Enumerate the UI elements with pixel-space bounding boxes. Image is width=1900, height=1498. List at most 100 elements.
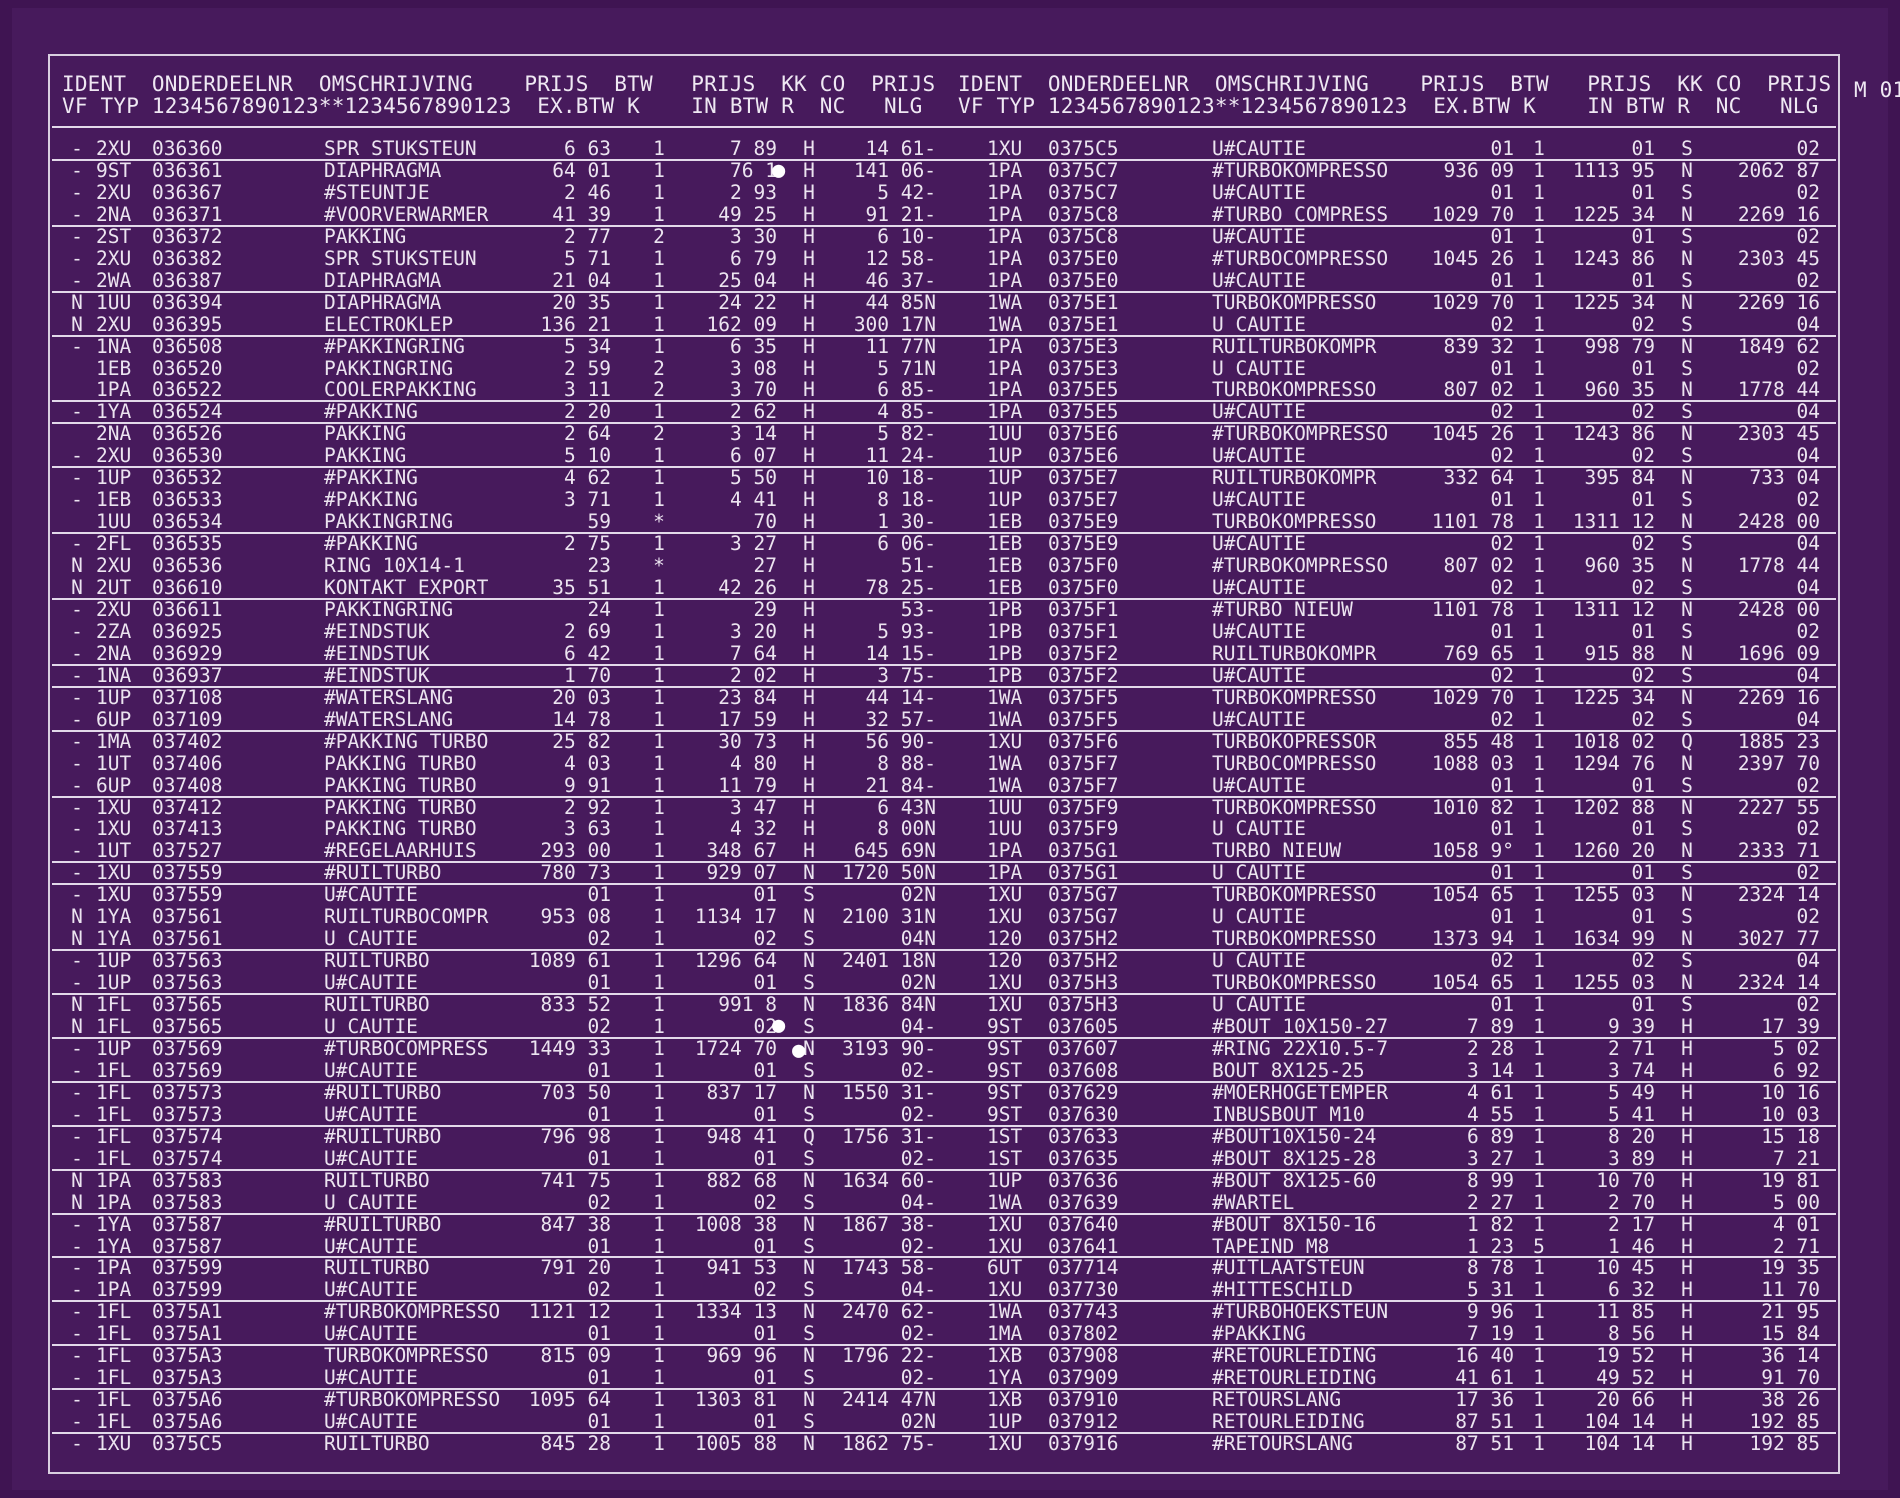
right-cell-btw-code: 1	[1533, 1080, 1545, 1104]
right-cell-part-number: 0375E0	[1048, 246, 1119, 270]
left-cell-price-ex-btw: 6 42	[564, 641, 611, 665]
left-cell-typ: 6UP	[96, 773, 132, 797]
left-cell-price-ex-btw: 2 46	[564, 180, 611, 204]
right-cell-typ: 1PA	[987, 334, 1023, 358]
right-cell-price-ex-btw: 01	[1490, 224, 1514, 248]
left-cell-btw-code: 1	[653, 751, 665, 775]
left-cell-vf: -	[71, 1322, 83, 1346]
left-cell-price-nlg: 02-	[900, 1366, 936, 1390]
right-cell-kk-code: H	[1681, 1058, 1693, 1082]
left-cell-typ: 1PA	[96, 1278, 132, 1302]
left-cell-price-nlg: 6 10-	[877, 224, 936, 248]
left-cell-kk-code: N	[803, 1256, 815, 1280]
left-cell-price-nlg: 6 43N	[877, 795, 936, 819]
right-cell-price-ex-btw: 17 36	[1455, 1388, 1514, 1412]
left-cell-typ: 1YA	[96, 400, 132, 424]
left-cell-price-in-btw: 3 47	[730, 795, 777, 819]
left-cell-price-ex-btw: 01	[587, 1058, 611, 1082]
right-cell-typ: 120	[987, 927, 1023, 951]
right-cell-part-number: 0375F9	[1048, 817, 1119, 841]
right-cell-price-ex-btw: 1088 03	[1431, 751, 1514, 775]
left-cell-price-ex-btw: 2 77	[564, 224, 611, 248]
right-cell-kk-code: H	[1681, 1190, 1693, 1214]
right-cell-price-ex-btw: 2 28	[1467, 1036, 1514, 1060]
left-cell-price-ex-btw: 01	[587, 1366, 611, 1390]
left-cell-btw-code: 1	[653, 971, 665, 995]
right-cell-btw-code: 1	[1533, 1124, 1545, 1148]
left-cell-btw-code: 1	[653, 1080, 665, 1104]
right-cell-price-ex-btw: 1045 26	[1431, 246, 1514, 270]
right-cell-part-number: 037714	[1048, 1256, 1119, 1280]
right-cell-btw-code: 1	[1533, 510, 1545, 534]
right-cell-typ: 1UP	[987, 444, 1023, 468]
right-cell-part-number: 0375E5	[1048, 400, 1119, 424]
right-cell-price-in-btw: 02	[1631, 663, 1655, 687]
left-cell-vf: -	[71, 1146, 83, 1170]
left-cell-price-nlg: 2414 47N	[842, 1388, 936, 1412]
right-cell-price-nlg: 2428 00	[1737, 597, 1820, 621]
right-cell-price-nlg: 3027 77	[1737, 927, 1820, 951]
right-cell-btw-code: 1	[1533, 1344, 1545, 1368]
left-cell-btw-code: 1	[653, 466, 665, 490]
right-cell-part-number: 0375E6	[1048, 444, 1119, 468]
right-cell-btw-code: 1	[1533, 773, 1545, 797]
left-cell-typ: 1XU	[96, 861, 132, 885]
left-cell-price-nlg: 04N	[900, 927, 936, 951]
left-cell-vf: -	[71, 817, 83, 841]
left-cell-price-nlg: 10 18-	[865, 466, 936, 490]
right-cell-part-number: 037912	[1048, 1410, 1119, 1434]
left-cell-kk-code: S	[803, 1146, 815, 1170]
left-cell-part-number: 037412	[152, 795, 223, 819]
left-cell-price-in-btw: 1724 70	[694, 1036, 777, 1060]
left-cell-price-ex-btw: 02	[587, 1015, 611, 1038]
left-cell-kk-code: N	[803, 1080, 815, 1104]
left-cell-btw-code: 1	[653, 290, 665, 314]
left-cell-kk-code: H	[803, 268, 815, 292]
header-line-2-left: VF TYP 1234567890123**1234567890123 EX.B…	[62, 94, 923, 118]
left-cell-typ: 1UP	[96, 949, 132, 973]
left-cell-kk-code: S	[803, 1322, 815, 1346]
right-cell-price-in-btw: 02	[1631, 707, 1655, 731]
left-cell-part-number: 0375C5	[152, 1432, 223, 1456]
left-cell-kk-code: H	[803, 422, 815, 446]
left-cell-typ: 1YA	[96, 927, 132, 951]
right-cell-price-in-btw: 1018 02	[1572, 729, 1655, 753]
left-cell-kk-code: H	[803, 685, 815, 709]
left-cell-price-in-btw: 29	[753, 597, 777, 621]
right-cell-kk-code: H	[1681, 1124, 1693, 1148]
left-cell-price-nlg: 6 06-	[877, 532, 936, 556]
right-cell-typ: 1UP	[987, 466, 1023, 490]
right-cell-price-nlg: 19 35	[1761, 1256, 1820, 1280]
left-cell-price-ex-btw: 2 64	[564, 422, 611, 446]
right-cell-price-in-btw: 5 41	[1608, 1102, 1655, 1126]
left-cell-part-number: 037569	[152, 1058, 223, 1082]
left-cell-price-nlg: 02-	[900, 1322, 936, 1346]
right-cell-price-in-btw: 01	[1631, 180, 1655, 204]
left-cell-kk-code: N	[803, 1300, 815, 1324]
left-cell-typ: 1FL	[96, 1344, 132, 1368]
right-cell-btw-code: 1	[1533, 1256, 1545, 1280]
left-cell-price-in-btw: 3 20	[730, 619, 777, 643]
right-cell-price-nlg: 192 85	[1749, 1410, 1820, 1434]
left-cell-price-nlg: 3193 90-	[842, 1036, 936, 1060]
left-cell-price-nlg: 8 88-	[877, 751, 936, 775]
right-cell-price-ex-btw: 8 99	[1467, 1168, 1514, 1192]
row-group-divider	[52, 861, 1836, 864]
left-cell-kk-code: H	[803, 466, 815, 490]
left-cell-price-nlg: 5 93-	[877, 619, 936, 643]
left-cell-vf: -	[71, 663, 83, 687]
right-cell-kk-code: S	[1681, 356, 1693, 380]
left-cell-vf: -	[71, 795, 83, 819]
right-cell-btw-code: 1	[1533, 729, 1545, 753]
left-cell-price-nlg: 04-	[900, 1278, 936, 1302]
left-cell-price-nlg: 46 37-	[865, 268, 936, 292]
left-cell-btw-code: 1	[653, 685, 665, 709]
left-cell-price-nlg: 44 14-	[865, 685, 936, 709]
right-cell-btw-code: 1	[1533, 927, 1545, 951]
left-cell-price-ex-btw: 21 04	[552, 268, 611, 292]
right-cell-price-ex-btw: 01	[1490, 180, 1514, 204]
left-cell-price-ex-btw: 815 09	[540, 1344, 611, 1368]
left-cell-price-in-btw: 3 70	[730, 378, 777, 402]
right-cell-price-ex-btw: 01	[1490, 817, 1514, 841]
left-cell-kk-code: H	[803, 510, 815, 534]
